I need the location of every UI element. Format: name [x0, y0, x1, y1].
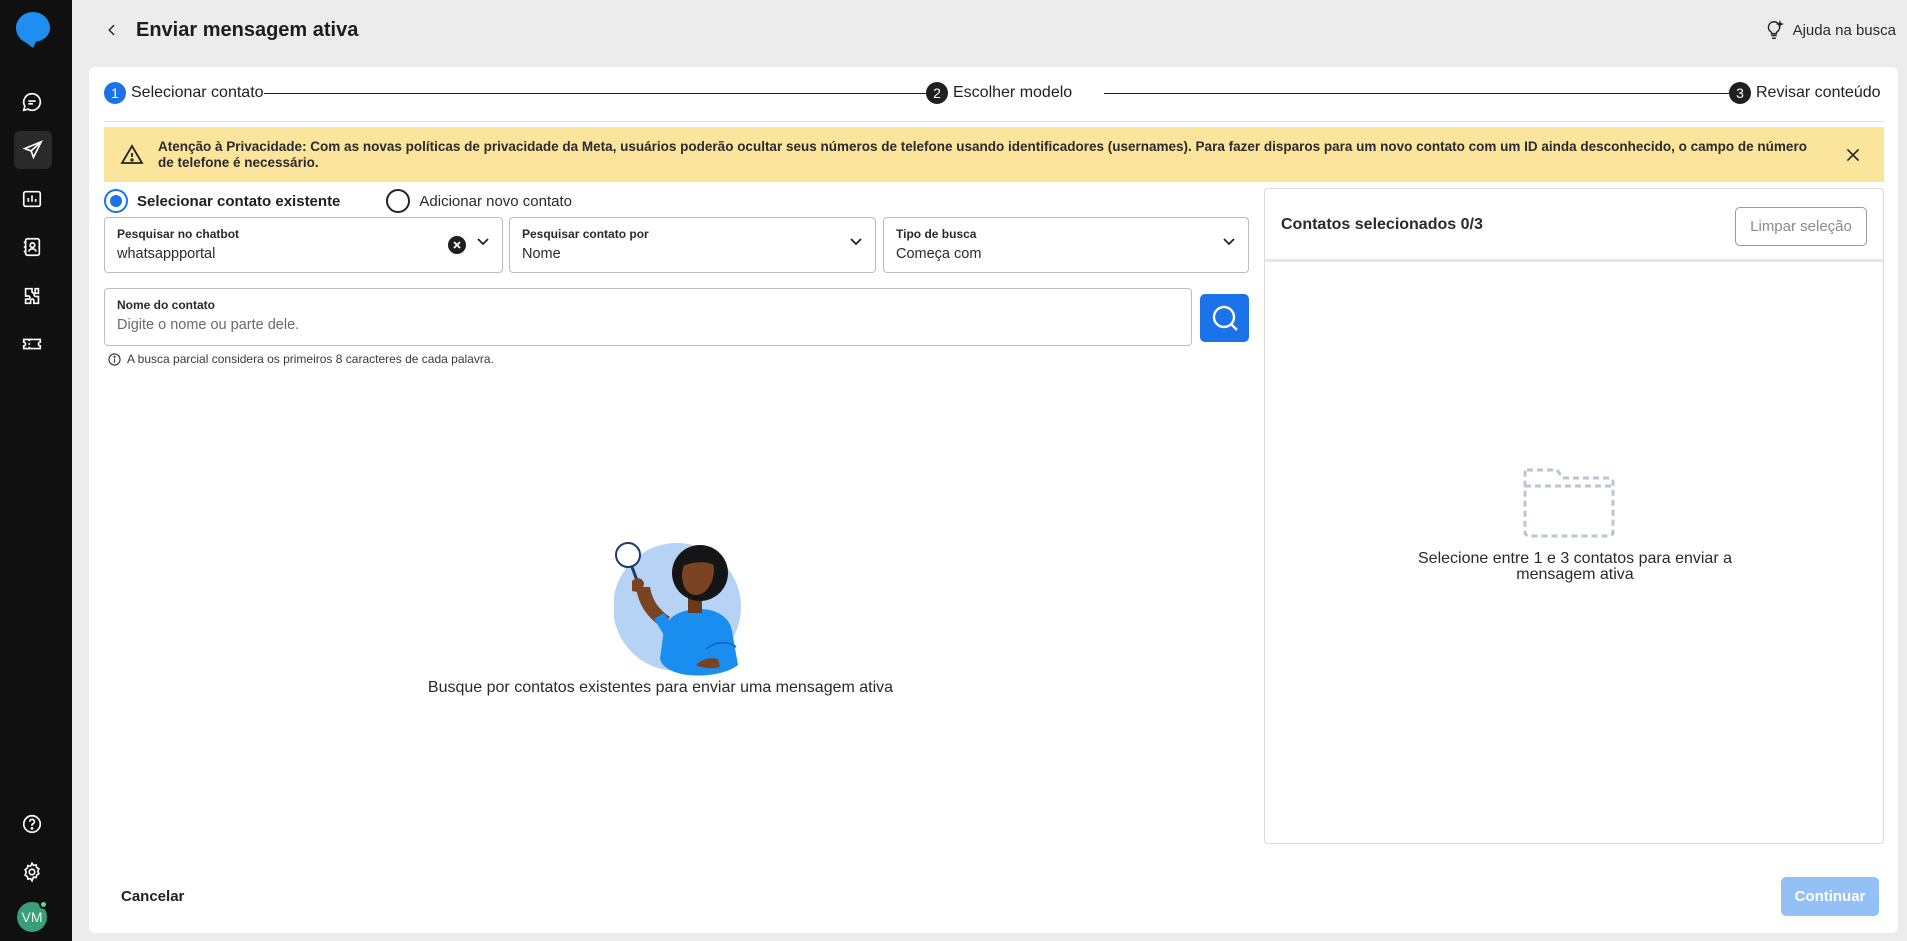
radio-label: Selecionar contato existente: [137, 192, 341, 210]
cancel-button[interactable]: Cancelar: [121, 888, 184, 905]
step-review-content: 3 Revisar conteúdo: [1729, 82, 1881, 104]
integrations-icon[interactable]: [19, 283, 45, 309]
empty-state-text: Busque por contatos existentes para envi…: [427, 679, 894, 696]
send-icon[interactable]: [14, 131, 52, 169]
back-button[interactable]: [102, 20, 122, 40]
help-icon[interactable]: [19, 811, 45, 837]
clear-selection-button[interactable]: Limpar seleção: [1735, 207, 1867, 246]
info-icon: [108, 352, 121, 366]
search-type-select[interactable]: Tipo de busca Começa com: [883, 217, 1249, 273]
field-value: Começa com: [896, 246, 982, 262]
lightbulb-icon: [1767, 19, 1784, 39]
field-value: whatsappportal: [117, 246, 216, 262]
chevron-down-icon: [850, 238, 862, 246]
radio-existing-contact[interactable]: Selecionar contato existente: [104, 189, 340, 213]
contact-mode-radios: Selecionar contato existente Adicionar n…: [104, 188, 618, 214]
warning-icon: [120, 143, 144, 164]
search-button[interactable]: [1200, 294, 1249, 342]
step-connector: [1104, 93, 1764, 94]
field-label: Pesquisar no chatbot: [117, 227, 240, 241]
field-label: Nome do contato: [117, 298, 215, 312]
divider: [104, 121, 1884, 122]
search-person-illustration: [614, 542, 741, 676]
contact-name-input[interactable]: Nome do contato Digite o nome ou parte d…: [104, 288, 1192, 346]
search-help-link[interactable]: Ajuda na busca: [1763, 19, 1896, 41]
close-icon: [1846, 148, 1860, 162]
step-choose-template: 2 Escolher modelo: [926, 82, 1073, 104]
step-number: 2: [926, 82, 948, 104]
close-alert-button[interactable]: [1842, 144, 1864, 166]
contacts-icon[interactable]: [19, 234, 45, 260]
field-value: Nome: [522, 246, 561, 262]
chatbot-select[interactable]: Pesquisar no chatbot whatsappportal: [104, 217, 503, 273]
step-label: Selecionar contato: [131, 84, 264, 101]
clear-selection-icon[interactable]: [448, 236, 466, 254]
search-help-label: Ajuda na busca: [1792, 21, 1896, 39]
avatar-initials: VM: [21, 909, 43, 925]
chevron-down-icon: [477, 238, 489, 246]
search-icon: [1212, 305, 1238, 331]
radio-circle: [104, 189, 128, 213]
app-logo[interactable]: [14, 10, 52, 48]
empty-folder-icon: [1523, 468, 1615, 538]
partial-search-hint: A busca parcial considera os primeiros 8…: [108, 352, 494, 366]
page-title: Enviar mensagem ativa: [136, 19, 359, 41]
radio-label: Adicionar novo contato: [419, 192, 573, 210]
field-placeholder: Digite o nome ou parte dele.: [117, 317, 300, 333]
panel-title: Contatos selecionados 0/3: [1281, 216, 1483, 233]
step-select-contact: 1 Selecionar contato: [104, 82, 264, 104]
step-number: 3: [1729, 82, 1751, 104]
search-by-select[interactable]: Pesquisar contato por Nome: [509, 217, 876, 273]
radio-circle: [386, 189, 411, 213]
continue-button[interactable]: Continuar: [1781, 877, 1879, 916]
selected-contacts-panel: Contatos selecionados 0/3 Limpar seleção…: [1264, 188, 1884, 844]
online-status-dot: [39, 900, 48, 909]
step-label: Escolher modelo: [953, 84, 1073, 101]
page-header: Enviar mensagem ativa Ajuda na busca: [72, 0, 1907, 64]
settings-icon[interactable]: [19, 859, 45, 885]
radio-new-contact[interactable]: Adicionar novo contato: [386, 189, 572, 213]
field-label: Tipo de busca: [896, 227, 977, 241]
field-label: Pesquisar contato por: [522, 227, 649, 241]
stepper: 1 Selecionar contato 2 Escolher modelo 3…: [104, 82, 1884, 106]
privacy-alert: Atenção à Privacidade: Com as novas polí…: [104, 127, 1884, 182]
panel-header: Contatos selecionados 0/3 Limpar seleção: [1265, 189, 1883, 262]
sidebar: VM: [0, 0, 72, 941]
ticket-icon[interactable]: [19, 331, 45, 357]
panel-empty-text: Selecione entre 1 e 3 contatos para envi…: [1418, 550, 1732, 583]
reports-icon[interactable]: [19, 186, 45, 212]
step-connector: [264, 93, 1034, 94]
chat-icon[interactable]: [19, 89, 45, 115]
chevron-down-icon: [1223, 238, 1235, 246]
alert-text: Atenção à Privacidade: Com as novas polí…: [158, 138, 1807, 170]
step-label: Revisar conteúdo: [1756, 84, 1881, 101]
main-card: 1 Selecionar contato 2 Escolher modelo 3…: [89, 67, 1898, 933]
step-number: 1: [104, 82, 126, 104]
hint-text: A busca parcial considera os primeiros 8…: [127, 352, 494, 366]
